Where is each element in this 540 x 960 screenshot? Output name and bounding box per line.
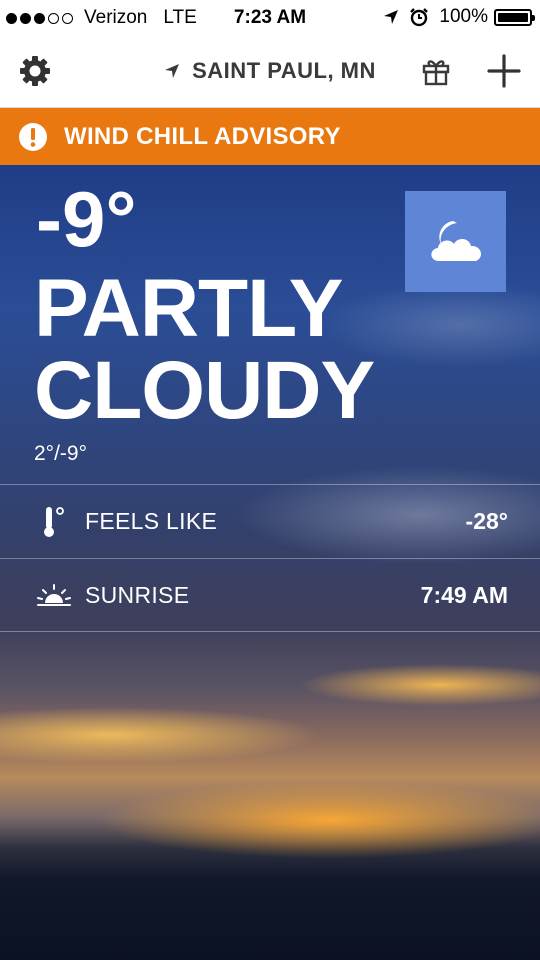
battery-percent: 100% bbox=[439, 6, 488, 27]
feels-like-row: FEELS LIKE -28° bbox=[0, 484, 540, 558]
feels-like-label: FEELS LIKE bbox=[85, 508, 218, 534]
alarm-icon bbox=[410, 8, 429, 27]
condition-line-1: PARTLY bbox=[34, 263, 343, 354]
sunrise-row: SUNRISE 7:49 AM bbox=[0, 558, 540, 632]
gift-icon[interactable] bbox=[420, 55, 452, 87]
sunrise-label: SUNRISE bbox=[85, 581, 190, 608]
wind-chill-advisory-banner[interactable]: WIND CHILL ADVISORY bbox=[0, 108, 540, 165]
plus-icon[interactable] bbox=[486, 53, 522, 89]
thermometer-icon bbox=[36, 504, 72, 540]
status-right: 100% bbox=[383, 6, 535, 28]
current-temperature: -9° bbox=[36, 175, 137, 263]
high-low-temperature: 2°/-9° bbox=[34, 442, 87, 465]
moon-cloud-icon bbox=[430, 220, 481, 261]
location-name: SAINT PAUL, MN bbox=[192, 58, 376, 83]
alert-icon bbox=[19, 122, 47, 151]
sunrise-icon bbox=[36, 577, 72, 613]
location-services-icon bbox=[384, 10, 399, 24]
feels-like-value: -28° bbox=[465, 508, 508, 534]
current-condition: PARTLY CLOUDY bbox=[34, 268, 394, 432]
location-arrow-icon bbox=[165, 64, 180, 78]
status-bar: Verizon LTE 7:23 AM 100% bbox=[0, 0, 540, 36]
weather-screen: Verizon LTE 7:23 AM 100% SAINT PAUL, MN … bbox=[0, 0, 540, 960]
battery-icon bbox=[494, 8, 535, 26]
nav-bar: SAINT PAUL, MN bbox=[0, 36, 540, 108]
location-selector[interactable]: SAINT PAUL, MN bbox=[0, 58, 540, 84]
condition-line-2: CLOUDY bbox=[34, 345, 375, 436]
advisory-text: WIND CHILL ADVISORY bbox=[64, 122, 341, 150]
sunrise-value: 7:49 AM bbox=[420, 581, 508, 608]
condition-icon-button[interactable] bbox=[405, 191, 506, 292]
